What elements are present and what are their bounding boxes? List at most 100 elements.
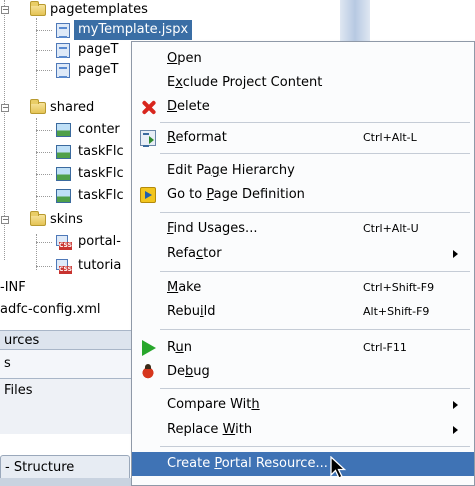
tree-guide-line — [36, 50, 52, 51]
menu-separator — [160, 122, 470, 123]
menu-item-open[interactable]: Open — [132, 47, 474, 71]
tree-image-taskflow-2[interactable]: taskFlc — [0, 164, 140, 184]
tree-item-label: conter — [78, 122, 120, 137]
tree-guide-line — [36, 266, 52, 267]
menu-item-shortcut: Ctrl+Shift-F9 — [363, 281, 435, 294]
menu-item-make[interactable]: Make Ctrl+Shift-F9 — [132, 276, 474, 300]
context-menu[interactable]: Open Exclude Project Content Delete Refo… — [131, 41, 475, 486]
menu-item-debug[interactable]: Debug — [132, 360, 474, 384]
menu-separator — [160, 271, 470, 272]
menu-item-edit-page-hierarchy[interactable]: Edit Page Hierarchy — [132, 159, 474, 183]
menu-separator — [160, 388, 470, 389]
tree-folder-web-inf[interactable]: -INF — [0, 278, 140, 298]
menu-item-label: Exclude Project Content — [167, 75, 323, 90]
menu-item-rebuild[interactable]: Rebuild Alt+Shift-F9 — [132, 300, 474, 324]
menu-item-label: Compare With — [167, 397, 260, 412]
menu-item-label: Find Usages... — [167, 221, 258, 236]
resources-panel-header[interactable]: urces — [0, 330, 140, 350]
run-icon — [140, 340, 156, 356]
tree-file-pagetemplate-2[interactable]: pageT — [0, 40, 140, 60]
menu-item-shortcut: Alt+Shift-F9 — [363, 305, 430, 318]
tree-item-label: taskFlc — [78, 166, 124, 181]
menu-item-find-usages[interactable]: Find Usages... Ctrl+Alt-U — [132, 217, 474, 241]
menu-item-run[interactable]: Run Ctrl-F11 — [132, 336, 474, 360]
tree-item-label: taskFlc — [78, 188, 124, 203]
collapse-icon[interactable]: − — [1, 104, 9, 112]
menu-item-label: Delete — [167, 99, 210, 114]
tree-css-tutorial[interactable]: CSS tutoria — [0, 256, 140, 276]
menu-item-partially-hidden — [132, 476, 474, 486]
menu-item-refactor[interactable]: Refactor — [132, 242, 474, 266]
menu-separator — [160, 212, 470, 213]
tree-item-label: taskFlc — [78, 144, 124, 159]
tree-file-pagetemplate-3[interactable]: pageT — [0, 60, 140, 80]
tree-guide-line — [36, 130, 52, 131]
tree-guide-line — [36, 30, 52, 31]
folder-icon — [30, 99, 46, 114]
page-file-icon — [56, 43, 70, 58]
menu-item-shortcut: Ctrl+Alt-L — [363, 131, 417, 144]
tree-image-taskflow-3[interactable]: taskFlc — [0, 186, 140, 206]
tree-guide-line — [36, 242, 52, 243]
menu-item-replace-with[interactable]: Replace With — [132, 418, 474, 442]
tree-item-label: skins — [50, 212, 83, 227]
tree-file-mytemplate[interactable]: myTemplate.jspx — [0, 20, 200, 40]
page-file-icon — [56, 23, 70, 38]
tab-structure[interactable]: - Structure — [0, 455, 130, 479]
menu-item-create-portal-resource[interactable]: Create Portal Resource... — [132, 452, 474, 476]
collapse-icon[interactable]: − — [1, 216, 9, 224]
menu-item-label: Open — [167, 51, 202, 66]
menu-item-shortcut: Ctrl-F11 — [363, 341, 407, 354]
image-file-icon — [56, 167, 71, 181]
folder-icon — [30, 211, 46, 226]
image-file-icon — [56, 189, 71, 203]
tree-item-label: adfc-config.xml — [0, 302, 101, 317]
tree-guide-line — [36, 152, 52, 153]
tree-item-label: tutoria — [78, 258, 122, 273]
menu-item-label: Replace With — [167, 422, 253, 437]
menu-item-shortcut: Ctrl+Alt-U — [363, 222, 419, 235]
menu-item-exclude-project-content[interactable]: Exclude Project Content — [132, 71, 474, 95]
go-to-definition-icon — [140, 187, 156, 203]
page-file-icon — [56, 63, 70, 78]
tree-item-label: myTemplate.jspx — [74, 20, 193, 40]
tree-item-label: portal- — [78, 234, 121, 249]
folder-icon — [30, 1, 46, 16]
collapse-icon[interactable]: − — [1, 6, 9, 14]
css-file-icon: CSS — [56, 235, 72, 251]
css-file-icon: CSS — [56, 259, 72, 275]
resources-panel-title: urces — [4, 333, 40, 348]
menu-item-label: Debug — [167, 364, 210, 379]
menu-item-label: Edit Page Hierarchy — [167, 163, 295, 178]
menu-item-compare-with[interactable]: Compare With — [132, 393, 474, 417]
tree-guide-line — [36, 70, 52, 71]
menu-item-label: Rebuild — [167, 304, 216, 319]
tree-image-taskflow-1[interactable]: taskFlc — [0, 142, 140, 162]
tree-folder-skins[interactable]: − skins — [0, 210, 140, 230]
resources-panel-value: s — [4, 356, 11, 371]
mouse-cursor-icon — [330, 456, 347, 479]
tree-folder-pagetemplates[interactable]: − pagetemplates — [0, 0, 170, 20]
files-panel: Files — [0, 378, 140, 434]
menu-separator — [160, 329, 470, 330]
tree-item-label: pagetemplates — [50, 2, 148, 17]
tree-folder-shared[interactable]: − shared — [0, 98, 140, 118]
menu-separator — [160, 446, 470, 447]
menu-item-label: Refactor — [167, 246, 222, 261]
menu-item-label: Go to Page Definition — [167, 187, 305, 202]
delete-x-icon — [140, 99, 156, 115]
resources-panel-body: s — [0, 350, 140, 378]
tree-image-content[interactable]: conter — [0, 120, 140, 140]
menu-item-reformat[interactable]: Reformat Ctrl+Alt-L — [132, 126, 474, 150]
menu-item-delete[interactable]: Delete — [132, 95, 474, 119]
tree-file-adfc-config[interactable]: adfc-config.xml — [0, 300, 140, 320]
image-file-icon — [56, 145, 71, 159]
debug-bug-icon — [140, 364, 156, 380]
tree-guide-line — [36, 174, 52, 175]
menu-item-go-to-page-definition[interactable]: Go to Page Definition — [132, 183, 474, 207]
image-file-icon — [56, 123, 71, 137]
tree-item-label: shared — [50, 100, 95, 115]
menu-separator — [160, 153, 470, 154]
tree-item-label: pageT — [78, 62, 119, 77]
tree-css-portal[interactable]: CSS portal- — [0, 232, 140, 252]
